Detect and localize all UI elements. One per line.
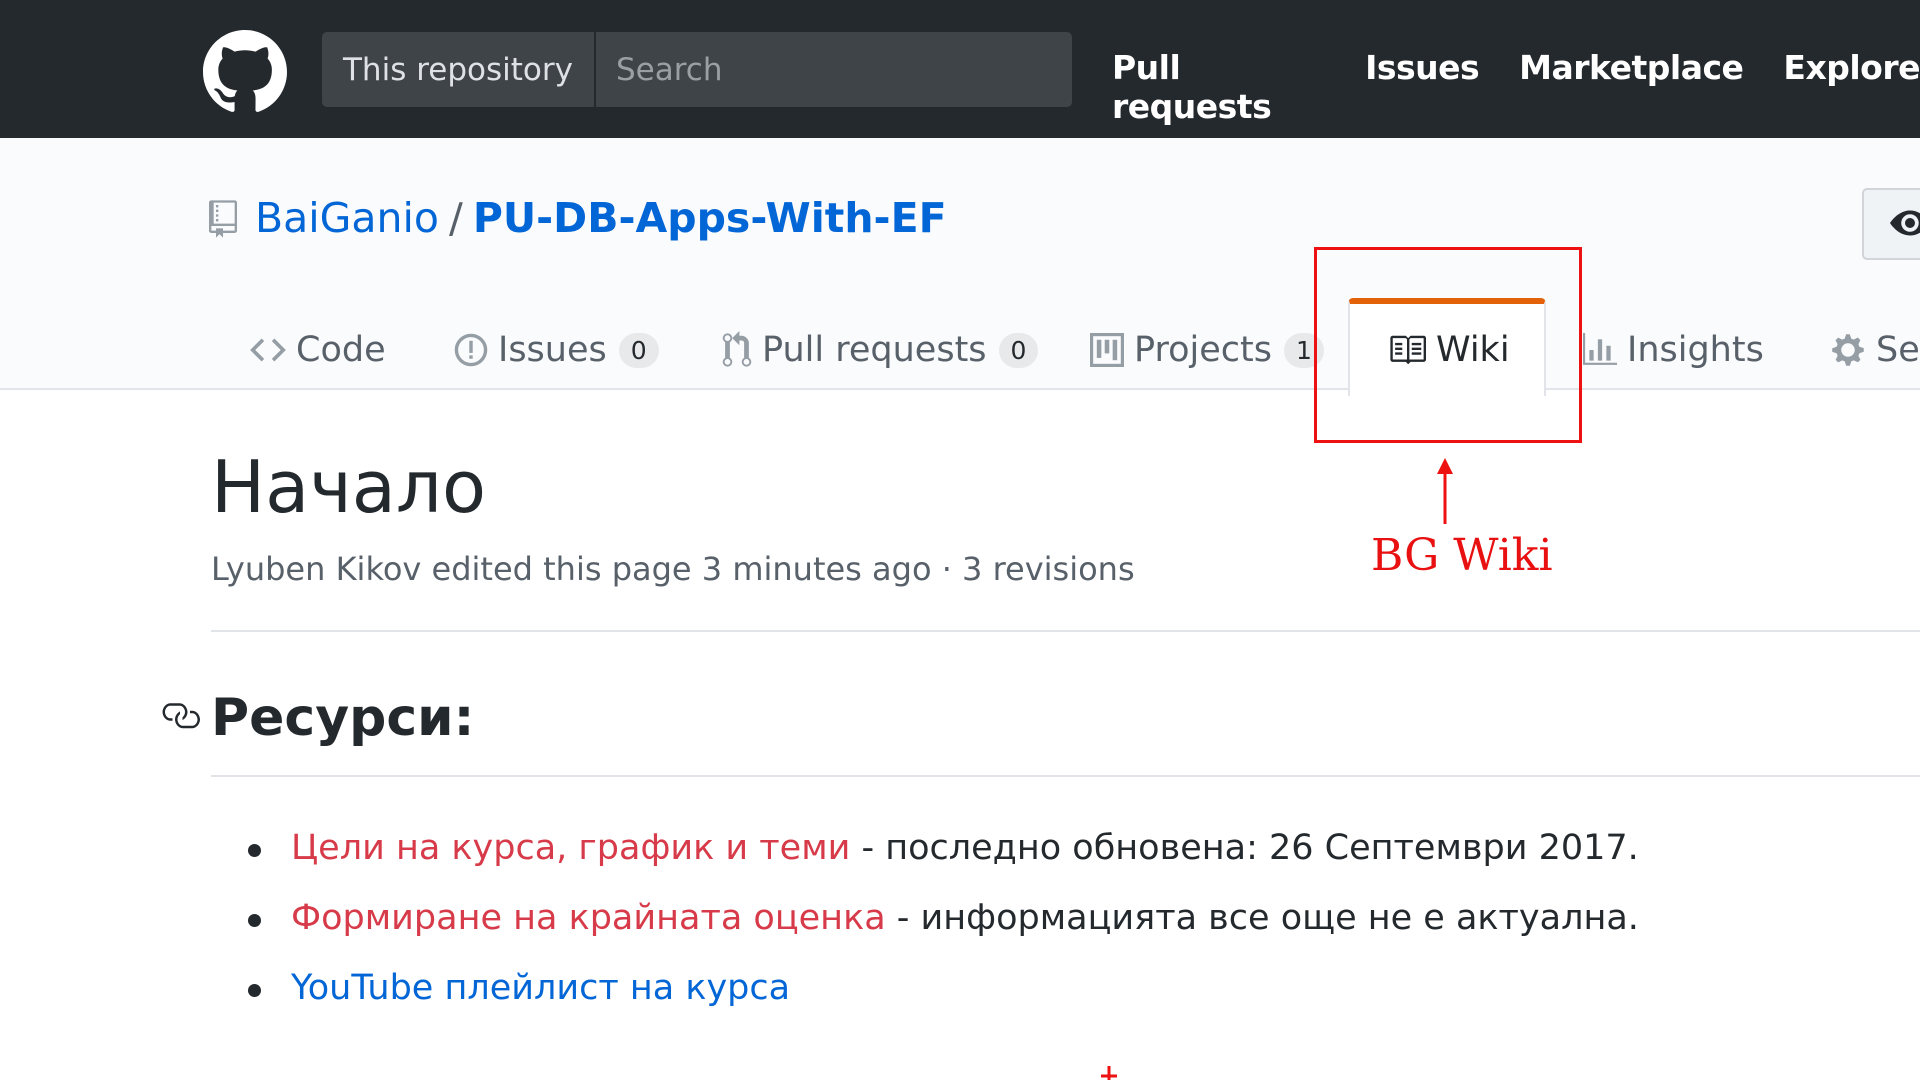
tab-settings[interactable]: Set [1830, 312, 1920, 388]
code-icon [250, 336, 286, 364]
nav-issues[interactable]: Issues [1365, 48, 1480, 126]
github-logo-icon[interactable] [203, 30, 287, 114]
nav-explore[interactable]: Explore [1783, 48, 1920, 126]
list-item: Формиране на крайната оценка - информаци… [211, 890, 1639, 960]
annotation-highlight-box [1314, 247, 1582, 443]
section-divider [211, 775, 1920, 777]
search-input[interactable] [595, 39, 1072, 100]
pull-requests-counter: 0 [998, 332, 1039, 368]
tab-issues[interactable]: Issues 0 [454, 312, 659, 388]
section-heading-resources: Ресурси: [211, 688, 475, 748]
tab-code[interactable]: Code [250, 312, 386, 388]
annotation-arrow-icon [1437, 458, 1453, 524]
tab-settings-label: Set [1876, 330, 1920, 370]
nav-marketplace[interactable]: Marketplace [1519, 48, 1744, 126]
eye-icon [1890, 210, 1920, 236]
watch-button[interactable] [1862, 188, 1920, 260]
resource-link-grading[interactable]: Формиране на крайната оценка [291, 898, 886, 938]
tab-insights[interactable]: Insights [1583, 312, 1764, 388]
title-divider [211, 630, 1920, 632]
repo-title: BaiGanio / PU-DB-Apps-With-EF [255, 194, 947, 242]
resource-note: - информацията все още не е актуална. [885, 898, 1639, 938]
tab-projects-label: Projects [1134, 330, 1272, 370]
nav-pull-requests[interactable]: Pull requests [1112, 48, 1325, 126]
issue-opened-icon [454, 333, 488, 367]
top-nav: Pull requests Issues Marketplace Explore [1112, 48, 1920, 126]
issues-counter: 0 [618, 332, 659, 368]
search-scope-label[interactable]: This repository [322, 32, 596, 107]
tab-projects[interactable]: Projects 1 [1090, 312, 1324, 388]
link-anchor-icon[interactable] [160, 703, 200, 731]
search-box: This repository [322, 32, 1072, 107]
resources-list: Цели на курса, график и теми - последно … [211, 820, 1639, 1030]
tab-issues-label: Issues [498, 330, 607, 370]
gear-icon [1830, 332, 1866, 368]
git-pull-request-icon [722, 331, 752, 369]
annotation-cross-icon [1101, 1066, 1117, 1080]
project-icon [1090, 333, 1124, 367]
resource-note: - последно обновена: 26 Септември 2017. [850, 828, 1639, 868]
repo-icon [209, 200, 237, 238]
list-item: YouTube плейлист на курса [211, 960, 1639, 1030]
repo-name-link[interactable]: PU-DB-Apps-With-EF [473, 194, 947, 242]
repo-title-separator: / [449, 194, 463, 242]
graph-icon [1583, 333, 1617, 367]
tab-insights-label: Insights [1627, 330, 1764, 370]
resource-link-course-goals[interactable]: Цели на курса, график и теми [291, 828, 850, 868]
tab-pull-requests[interactable]: Pull requests 0 [722, 312, 1039, 388]
tab-pull-requests-label: Pull requests [762, 330, 987, 370]
page-title: Начало [211, 445, 486, 529]
top-header: This repository Pull requests Issues Mar… [0, 0, 1920, 138]
list-item: Цели на курса, график и теми - последно … [211, 820, 1639, 890]
resource-link-youtube-playlist[interactable]: YouTube плейлист на курса [291, 968, 790, 1008]
repo-owner-link[interactable]: BaiGanio [255, 194, 439, 242]
annotation-label: BG Wiki [1371, 530, 1553, 581]
tab-code-label: Code [296, 330, 386, 370]
page-edit-meta: Lyuben Kikov edited this page 3 minutes … [211, 550, 1135, 588]
